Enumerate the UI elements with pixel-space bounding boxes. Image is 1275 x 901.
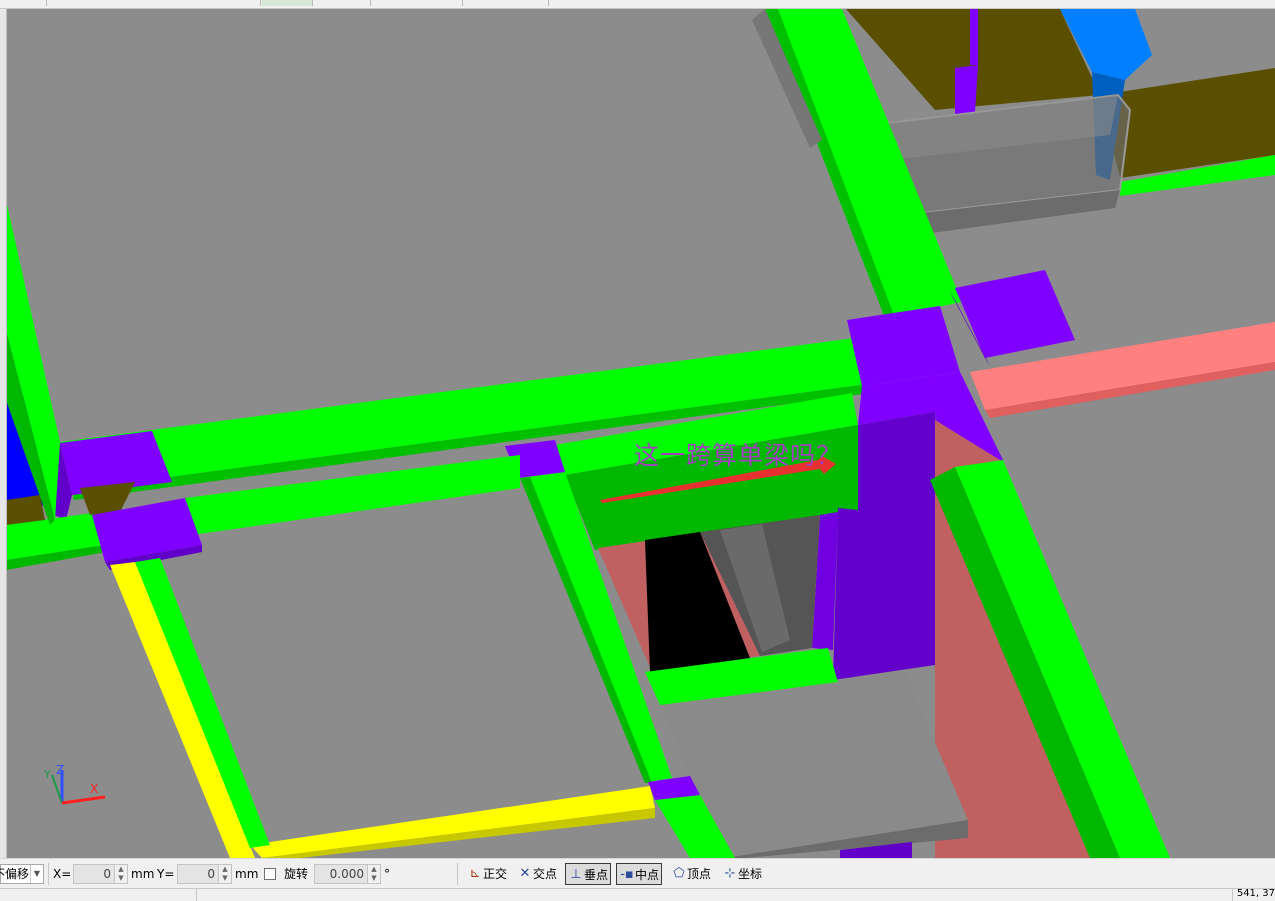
status-toolbar: 不偏移 ▼ X= 0 ▲▼ mm Y= 0 ▲▼ mm 旋转 0.000 ▲▼ … bbox=[0, 858, 1275, 889]
x-unit: mm bbox=[131, 867, 155, 881]
snap-vertex-label: 顶点 bbox=[687, 867, 712, 881]
snap-perpendicular-button[interactable]: ⊥ 垂点 bbox=[565, 863, 612, 885]
offset-mode-value: 不偏移 bbox=[0, 867, 30, 881]
top-toolbar-strip bbox=[0, 0, 1275, 9]
toolbar-segment[interactable] bbox=[0, 0, 47, 6]
perpendicular-icon: ⊥ bbox=[570, 867, 582, 882]
y-axis-label: Y bbox=[43, 768, 51, 781]
chevron-down-icon[interactable]: ▼ bbox=[30, 865, 43, 883]
x-axis-label: X bbox=[90, 782, 98, 796]
z-axis-label: Z bbox=[56, 763, 64, 777]
midpoint-icon: -▪ bbox=[620, 867, 634, 882]
y-offset-spinner[interactable]: ▲ ▼ bbox=[218, 865, 231, 883]
rotate-checkbox[interactable] bbox=[264, 868, 276, 880]
toolbar-segment[interactable] bbox=[312, 0, 371, 6]
rotate-value: 0.000 bbox=[329, 867, 364, 881]
coordinate-icon: ⊹ bbox=[724, 866, 736, 881]
snap-midpoint-label: 中点 bbox=[635, 868, 660, 882]
3d-viewport[interactable]: X Y Z 这一跨算单梁吗？ bbox=[0, 9, 1275, 858]
divider bbox=[196, 889, 197, 901]
purple-post-top bbox=[955, 65, 978, 115]
vertex-icon: ⬠ bbox=[673, 866, 685, 881]
y-offset-value: 0 bbox=[207, 867, 215, 881]
rotate-unit: ° bbox=[384, 867, 390, 881]
toolbar-segment[interactable] bbox=[370, 0, 463, 6]
offset-mode-select[interactable]: 不偏移 ▼ bbox=[0, 864, 44, 884]
snap-ortho-button[interactable]: ⊾ 正交 bbox=[465, 863, 509, 885]
x-offset-input[interactable]: 0 ▲ ▼ bbox=[73, 864, 128, 884]
divider bbox=[1232, 889, 1233, 901]
x-offset-spinner[interactable]: ▲ ▼ bbox=[114, 865, 127, 883]
toolbar-segment[interactable] bbox=[462, 0, 549, 6]
left-ruler bbox=[0, 9, 7, 858]
x-offset-value: 0 bbox=[103, 867, 111, 881]
snap-perpendicular-label: 垂点 bbox=[584, 868, 609, 882]
column-cap-center bbox=[847, 306, 960, 386]
intersection-icon: ✕ bbox=[519, 866, 531, 881]
x-label: X= bbox=[53, 867, 72, 881]
bottom-status-strip: 541, 37 bbox=[0, 888, 1275, 901]
ortho-icon: ⊾ bbox=[469, 866, 481, 881]
snap-midpoint-button[interactable]: -▪中点 bbox=[616, 863, 663, 885]
snap-coordinate-label: 坐标 bbox=[738, 867, 763, 881]
y-label: Y= bbox=[157, 867, 175, 881]
toolbar-segment[interactable] bbox=[262, 0, 313, 6]
snap-intersection-button[interactable]: ✕ 交点 bbox=[515, 863, 559, 885]
snap-vertex-button[interactable]: ⬠ 顶点 bbox=[669, 863, 713, 885]
divider bbox=[48, 863, 49, 885]
rotate-spinner[interactable]: ▲ ▼ bbox=[367, 865, 380, 883]
snap-coordinate-button[interactable]: ⊹ 坐标 bbox=[720, 863, 764, 885]
y-offset-input[interactable]: 0 ▲ ▼ bbox=[177, 864, 232, 884]
olive-strip-left bbox=[6, 495, 45, 525]
rotate-label: 旋转 bbox=[284, 867, 309, 881]
annotation-text: 这一跨算单梁吗？ bbox=[634, 441, 843, 470]
rotate-input[interactable]: 0.000 ▲ ▼ bbox=[314, 864, 381, 884]
divider bbox=[457, 863, 458, 885]
cursor-coords: 541, 37 bbox=[1236, 888, 1275, 899]
snap-ortho-label: 正交 bbox=[483, 867, 508, 881]
purple-post-thin bbox=[970, 9, 978, 65]
3d-model-scene[interactable]: X Y Z bbox=[0, 9, 1275, 858]
snap-intersection-label: 交点 bbox=[533, 867, 558, 881]
y-unit: mm bbox=[235, 867, 259, 881]
toolbar-segment[interactable] bbox=[46, 0, 261, 6]
